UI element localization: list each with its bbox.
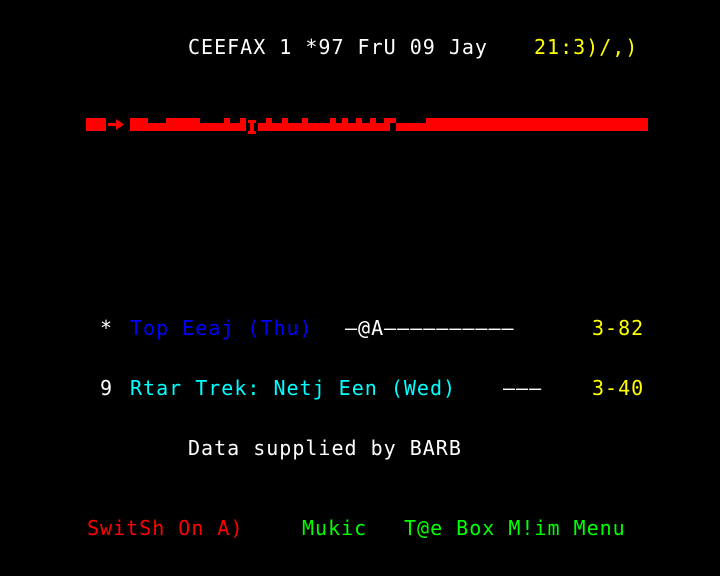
fastext-green-link[interactable]: Mukic [302, 516, 367, 540]
red-teletext-mosaic-banner-icon [86, 118, 648, 134]
data-credit: Data supplied by BARB [188, 436, 462, 460]
fastext-cyan-link[interactable]: M!im Menu [508, 516, 625, 540]
chart-row-leader: ——— [503, 376, 543, 400]
clock: 21:3)/,) [534, 35, 639, 59]
chart-row-title: Rtar Trek: Netj Een (Wed) [130, 376, 457, 400]
chart-row-leader: —@A—————————— [345, 316, 515, 340]
chart-row-rank: * [100, 316, 114, 340]
chart-row-rank: 9 [100, 376, 114, 400]
page-header: CEEFAX 1 *97 FrU 09 Jay [188, 35, 488, 59]
chart-row-value: 3-40 [592, 376, 645, 400]
fastext-yellow-link[interactable]: T@e Box [404, 516, 495, 540]
fastext-extra-links[interactable]: T@e Box M!im Menu [404, 516, 626, 540]
chart-row-title: Top Eeaj (Thu) [130, 316, 313, 340]
fastext-red-link[interactable]: SwitSh On A) [87, 516, 244, 540]
chart-row-value: 3-82 [592, 316, 645, 340]
